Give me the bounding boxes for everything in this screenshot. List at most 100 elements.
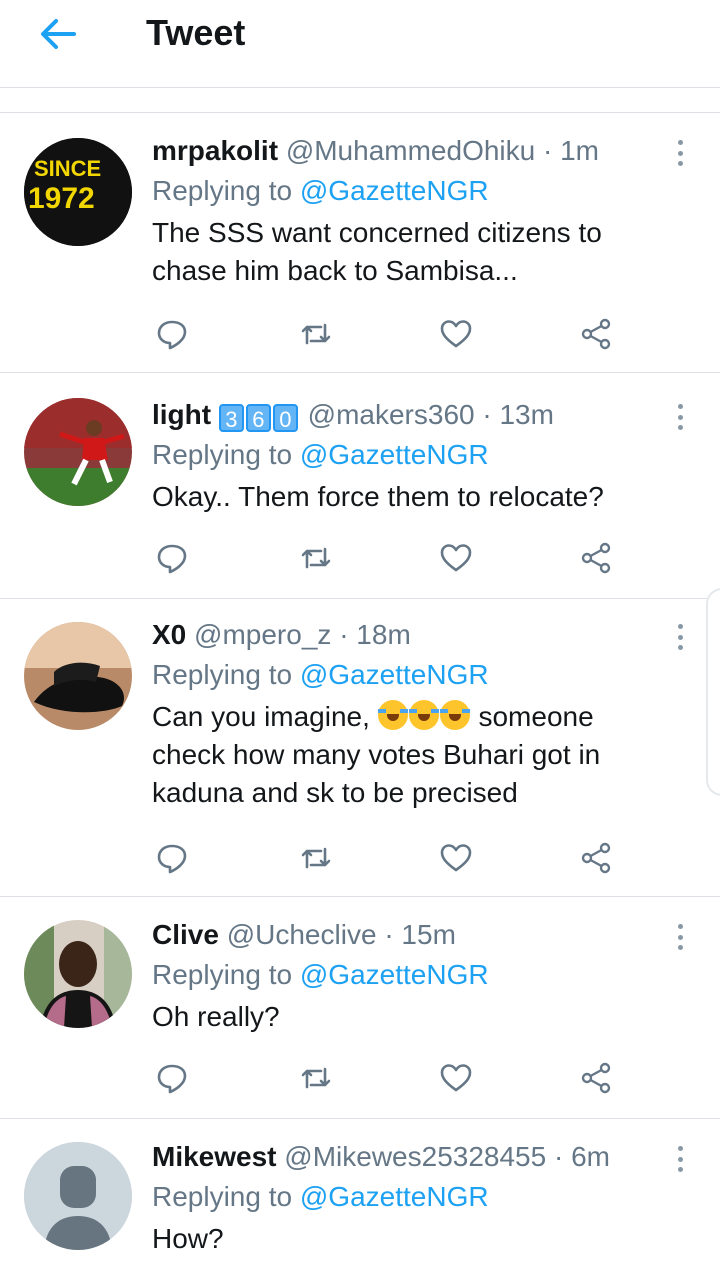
mention-link[interactable]: @GazetteNGR xyxy=(300,1181,489,1212)
user-name[interactable]: Clive xyxy=(152,919,219,950)
mention-link[interactable]: @GazetteNGR xyxy=(300,959,489,990)
tweet-text-line: Okay.. Them force them to relocate? xyxy=(152,481,604,512)
user-handle[interactable]: @mpero_z xyxy=(194,619,331,650)
tweet-text-line: chase him back to Sambisa... xyxy=(152,255,518,286)
mention-link[interactable]: @GazetteNGR xyxy=(300,439,489,470)
tweet-time: 18m xyxy=(356,619,411,650)
heart-icon xyxy=(440,844,472,872)
tweet-text-line: How? xyxy=(152,1223,224,1254)
replying-label: Replying to xyxy=(152,1181,293,1212)
retweet-button[interactable] xyxy=(296,838,336,878)
tears-of-joy-emoji xyxy=(408,700,439,730)
tweet-body: The SSS want concerned citizens to chase… xyxy=(152,214,694,290)
mention-link[interactable]: @GazetteNGR xyxy=(300,175,489,206)
dot-separator: · xyxy=(384,919,394,950)
retweet-button[interactable] xyxy=(296,538,336,578)
mention-link[interactable]: @GazetteNGR xyxy=(300,659,489,690)
replying-label: Replying to xyxy=(152,659,293,690)
tweet-time: 13m xyxy=(499,399,554,430)
top-app-bar: Tweet xyxy=(0,0,720,88)
like-button[interactable] xyxy=(436,1058,476,1098)
avatar[interactable]: SINCE 1972 xyxy=(24,138,132,246)
share-icon xyxy=(581,318,611,350)
like-button[interactable] xyxy=(436,314,476,354)
divider xyxy=(0,598,720,599)
replying-label: Replying to xyxy=(152,175,293,206)
back-button[interactable] xyxy=(30,12,86,56)
share-button[interactable] xyxy=(576,1058,616,1098)
tweet-time: 1m xyxy=(560,135,600,166)
user-handle[interactable]: @Ucheclive xyxy=(227,919,377,950)
like-button[interactable] xyxy=(436,838,476,878)
replying-to: Replying to @GazetteNGR xyxy=(152,172,694,210)
avatar[interactable] xyxy=(24,1142,132,1250)
retweet-icon xyxy=(301,547,331,569)
share-icon xyxy=(581,1062,611,1094)
dot-separator: · xyxy=(553,1141,564,1172)
retweet-icon xyxy=(301,847,331,869)
tweet-text: Can you imagine, xyxy=(152,701,370,732)
user-handle[interactable]: @makers360 xyxy=(308,399,475,430)
page-title: Tweet xyxy=(146,12,246,53)
share-button[interactable] xyxy=(576,538,616,578)
tweet-body: Can you imagine, someone check how many … xyxy=(152,698,694,812)
more-options-button[interactable] xyxy=(670,1142,690,1176)
more-options-button[interactable] xyxy=(670,136,690,170)
tweet-body: How? xyxy=(152,1220,694,1258)
share-icon xyxy=(581,842,611,874)
share-button[interactable] xyxy=(576,838,616,878)
reply-button[interactable] xyxy=(152,314,192,354)
tweet-meta: light 360 @makers360 · 13m xyxy=(152,398,694,432)
tweet-actions xyxy=(152,1058,632,1098)
avatar[interactable] xyxy=(24,398,132,506)
heart-icon xyxy=(440,320,472,348)
tweet-meta: mrpakolit @MuhammedOhiku · 1m xyxy=(152,134,694,168)
reply-button[interactable] xyxy=(152,838,192,878)
tweet-body: Okay.. Them force them to relocate? xyxy=(152,478,694,516)
share-icon xyxy=(581,542,611,574)
replying-to: Replying to @GazetteNGR xyxy=(152,1178,694,1216)
like-button[interactable] xyxy=(436,538,476,578)
more-options-button[interactable] xyxy=(670,620,690,654)
tweet-text-line: kaduna and sk to be precised xyxy=(152,777,518,808)
tears-of-joy-emoji xyxy=(377,700,408,730)
tweet-text: someone xyxy=(478,701,594,732)
user-name[interactable]: light xyxy=(152,399,211,430)
dot-separator: · xyxy=(482,399,492,430)
reply-bubble-icon xyxy=(157,544,187,574)
user-name[interactable]: mrpakolit xyxy=(152,135,278,166)
tweet-meta: X0 @mpero_z · 18m xyxy=(152,618,694,652)
share-button[interactable] xyxy=(576,314,616,354)
tweet-meta: Clive @Ucheclive · 15m xyxy=(152,918,694,952)
more-options-button[interactable] xyxy=(670,920,690,954)
tweet-meta: Mikewest @Mikewes25328455 · 6m xyxy=(152,1140,694,1174)
user-name[interactable]: X0 xyxy=(152,619,186,650)
retweet-icon xyxy=(301,323,331,345)
reply-bubble-icon xyxy=(157,844,187,874)
tweet-actions xyxy=(152,838,632,878)
tweet-text-line: Can you imagine, someone xyxy=(152,698,694,736)
avatar[interactable] xyxy=(24,920,132,1028)
retweet-icon xyxy=(301,1067,331,1089)
retweet-button[interactable] xyxy=(296,314,336,354)
reply-bubble-icon xyxy=(157,1064,187,1094)
avatar-text: SINCE xyxy=(34,156,101,181)
more-options-button[interactable] xyxy=(670,400,690,434)
replying-to: Replying to @GazetteNGR xyxy=(152,656,694,694)
edge-panel-handle[interactable] xyxy=(706,588,720,796)
tweet-actions xyxy=(152,538,632,578)
reply-button[interactable] xyxy=(152,538,192,578)
user-handle[interactable]: @MuhammedOhiku xyxy=(286,135,535,166)
avatar[interactable] xyxy=(24,622,132,730)
reply-button[interactable] xyxy=(152,1058,192,1098)
user-name[interactable]: Mikewest xyxy=(152,1141,277,1172)
retweet-button[interactable] xyxy=(296,1058,336,1098)
user-handle[interactable]: @Mikewes25328455 xyxy=(284,1141,546,1172)
tears-of-joy-emoji xyxy=(439,700,470,730)
heart-icon xyxy=(440,544,472,572)
dot-separator: · xyxy=(339,619,349,650)
dot-separator: · xyxy=(543,135,553,166)
heart-icon xyxy=(440,1064,472,1092)
divider xyxy=(0,372,720,373)
avatar-text: 1972 xyxy=(28,182,95,215)
